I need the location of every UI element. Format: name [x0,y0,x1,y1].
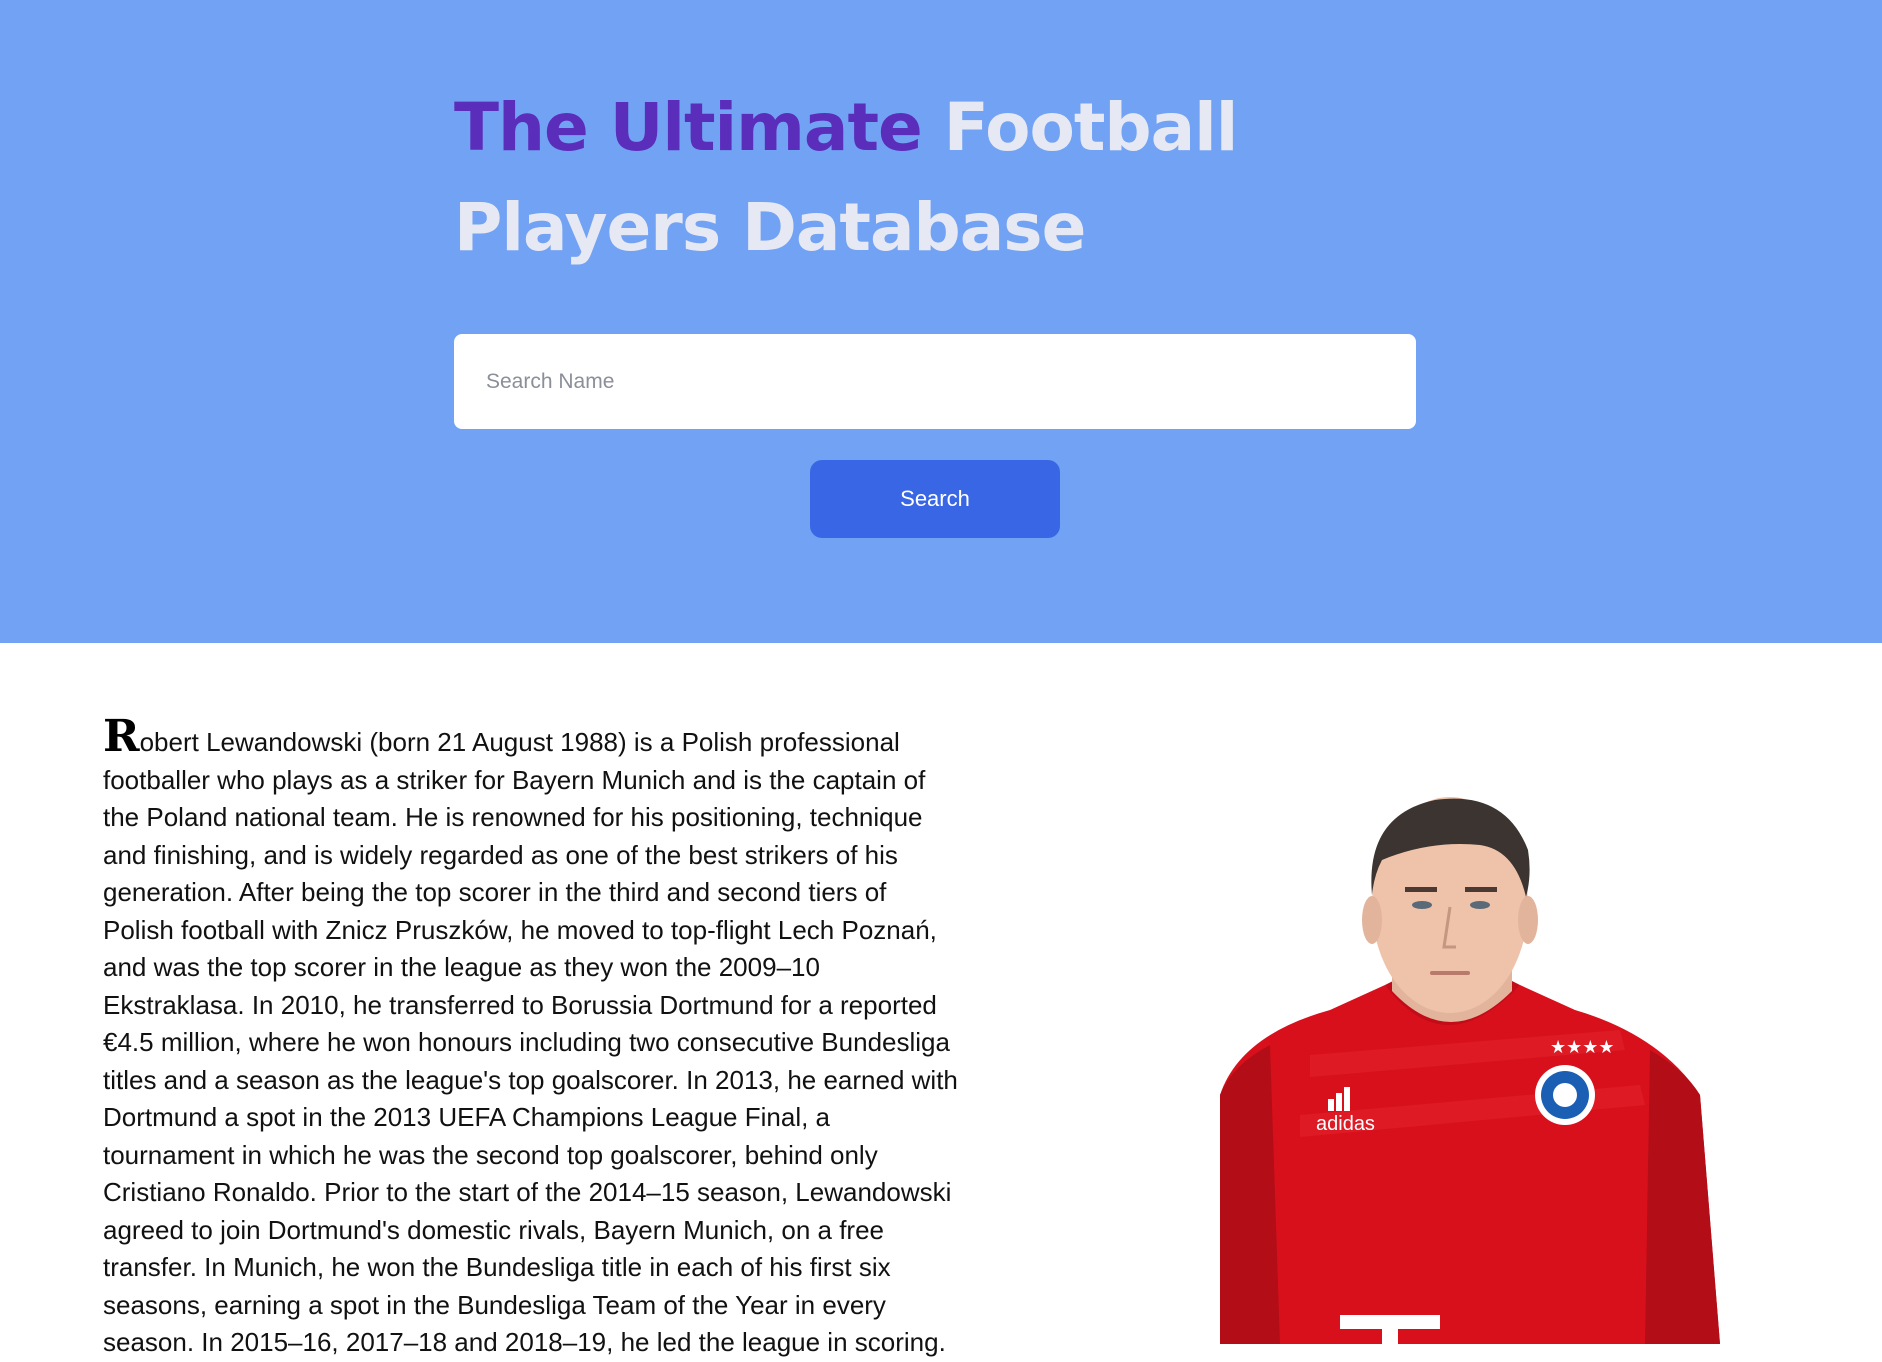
bio-text: obert Lewandowski (born 21 August 1988) … [103,727,958,1357]
search-input[interactable] [454,334,1416,429]
hero-banner: The Ultimate Football Players Database S… [0,0,1882,643]
bio-drop-cap: R [103,711,140,762]
page-title-accent: The Ultimate [454,89,923,166]
search-button[interactable]: Search [810,460,1060,538]
page-title: The Ultimate Football Players Database [454,78,1434,278]
shirt-brand: adidas [1316,1113,1375,1135]
player-photo: ★★★★ adidas [1220,797,1720,1344]
svg-text:★★★★: ★★★★ [1550,1037,1615,1058]
player-bio: Robert Lewandowski (born 21 August 1988)… [103,715,963,1362]
